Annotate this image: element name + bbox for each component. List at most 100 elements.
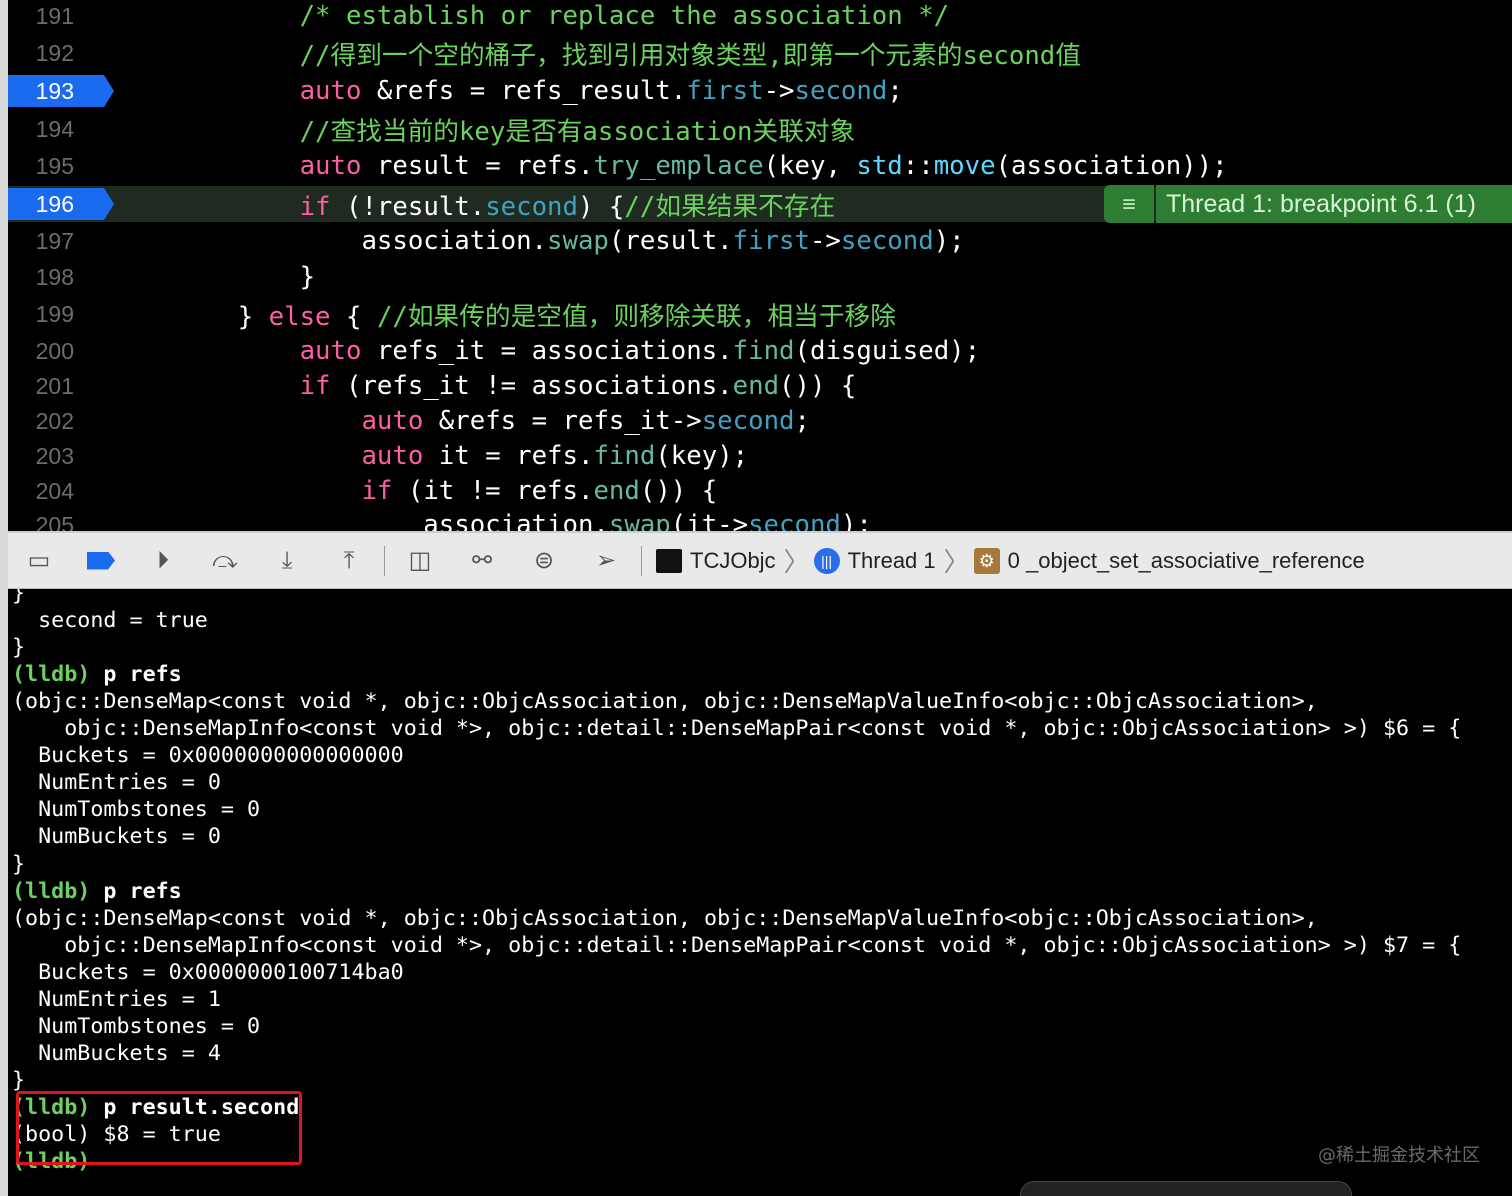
code-token: ()) { — [639, 476, 718, 506]
console-text: objc::DenseMapInfo<const void *>, objc::… — [12, 932, 1462, 958]
line-number[interactable]: 200 — [8, 335, 104, 367]
line-number[interactable]: 194 — [8, 113, 104, 145]
memory-graph-icon[interactable]: ⚯ — [451, 541, 513, 581]
code-line[interactable]: 202 auto &refs = refs_it->second; — [8, 403, 1512, 439]
breadcrumb-thread[interactable]: ||| Thread 1 — [813, 547, 936, 574]
frame-label: 0 _object_set_associative_reference — [1007, 547, 1365, 573]
console-text: } — [12, 589, 26, 606]
chevron-right-icon: 〉 — [943, 547, 970, 577]
line-number[interactable]: 192 — [8, 37, 104, 69]
code-line[interactable]: 197 association.swap(result.first->secon… — [8, 223, 1512, 259]
console-line: Buckets = 0x0000000000000000 — [12, 742, 404, 769]
code-token: (result. — [608, 226, 733, 256]
hide-debug-area-icon[interactable]: ▭ — [8, 541, 70, 581]
line-number[interactable]: 203 — [8, 440, 104, 472]
code-line[interactable]: 191 /* establish or replace the associat… — [8, 0, 1512, 34]
code-line[interactable]: 201 if (refs_it != associations.end()) { — [8, 368, 1512, 404]
code-token: /* establish or replace the association … — [114, 1, 950, 31]
console-line: NumEntries = 1 — [12, 986, 221, 1013]
code-token: second — [485, 191, 578, 222]
console-text: NumEntries = 1 — [12, 986, 221, 1012]
console-text: } — [12, 851, 26, 877]
breakpoint-line-number[interactable]: 196 — [8, 188, 114, 220]
code-line[interactable]: 195 auto result = refs.try_emplace(key, … — [8, 148, 1512, 184]
step-out-icon[interactable]: ⤒ — [318, 541, 380, 581]
code-text: if (!result.second) {//如果结果不存在 — [104, 186, 836, 223]
code-token: ()) { — [779, 371, 857, 401]
code-token: second — [701, 406, 795, 436]
console-line: } — [12, 634, 25, 661]
console-line: Buckets = 0x0000000100714ba0 — [12, 959, 404, 986]
code-token: find — [593, 441, 656, 471]
code-line[interactable]: 203 auto it = refs.find(key); — [8, 438, 1512, 474]
lldb-prompt: (lldb) — [12, 878, 91, 904]
code-token: ); — [933, 226, 965, 256]
step-into-icon[interactable]: ⤓ — [256, 541, 318, 581]
source-editor[interactable]: 191 /* establish or replace the associat… — [8, 0, 1512, 531]
code-text: association.swap(it->second); — [104, 510, 872, 531]
code-token: (it != refs. — [392, 476, 594, 506]
breadcrumb-target[interactable]: TCJObjc — [656, 548, 776, 574]
continue-icon[interactable]: ⏵ — [132, 541, 194, 581]
line-number[interactable]: 204 — [8, 475, 104, 507]
breakpoint-annotation[interactable]: ≡ Thread 1: breakpoint 6.1 (1) — [1104, 185, 1512, 223]
menu-icon[interactable]: ≡ — [1104, 185, 1154, 223]
debug-toolbar: ▭ ⏵ ⤼ ⤓ ⤒ ◫ ⚯ ⊜ ➢ TCJObjc 〉 ||| Thread 1… — [8, 531, 1512, 589]
line-number[interactable]: 201 — [8, 370, 104, 402]
environment-overrides-icon[interactable]: ⊜ — [513, 541, 575, 581]
code-line[interactable]: 198 } — [8, 259, 1512, 295]
code-line[interactable]: 200 auto refs_it = associations.find(dis… — [8, 333, 1512, 369]
console-text: Buckets = 0x0000000000000000 — [12, 743, 404, 769]
code-token: it = refs. — [423, 441, 594, 471]
console-text: NumTombstones = 0 — [12, 1013, 261, 1039]
breakpoints-toggle-icon[interactable] — [70, 541, 132, 581]
code-line[interactable]: 205 association.swap(it->second); — [8, 507, 1512, 531]
code-token: //如果传的是空值，则移除关联，相当于移除 — [376, 301, 896, 332]
lldb-console[interactable]: (lldb) (bool) $8 = true (lldb) p result.se… — [8, 589, 1512, 1196]
code-token: second — [840, 226, 934, 256]
divider — [384, 545, 385, 576]
breakpoint-line-number[interactable]: 193 — [8, 75, 114, 107]
simulate-location-icon[interactable]: ➢ — [575, 541, 637, 581]
line-number[interactable]: 195 — [8, 150, 104, 182]
code-token: association. — [114, 226, 548, 256]
console-text: Buckets = 0x0000000100714ba0 — [12, 959, 404, 985]
line-number[interactable]: 199 — [8, 298, 104, 330]
code-token: (disguised); — [794, 336, 981, 366]
line-number[interactable]: 205 — [8, 509, 104, 531]
highlight-box — [16, 1091, 302, 1165]
code-line[interactable]: 193 auto &refs = refs_result.first->seco… — [8, 73, 1512, 109]
code-line[interactable]: 199 } else { //如果传的是空值，则移除关联，相当于移除 — [8, 296, 1512, 332]
code-text: } else { //如果传的是空值，则移除关联，相当于移除 — [104, 296, 896, 333]
console-text: } — [12, 635, 26, 661]
breadcrumb-frame[interactable]: ⚙ 0 _object_set_associative_reference — [973, 547, 1365, 574]
console-text: p refs — [90, 662, 182, 688]
code-token: (it-> — [670, 510, 749, 531]
code-token: else — [268, 301, 331, 332]
code-token: //如果结果不存在 — [624, 191, 836, 222]
code-token: first — [732, 226, 810, 256]
watermark: @稀土掘金技术社区 — [1318, 1145, 1480, 1166]
console-text: NumTombstones = 0 — [12, 797, 261, 823]
code-line[interactable]: 204 if (it != refs.end()) { — [8, 473, 1512, 509]
line-number[interactable]: 198 — [8, 261, 104, 293]
line-number[interactable]: 191 — [8, 0, 104, 32]
console-text: p refs — [90, 878, 182, 904]
step-over-icon[interactable]: ⤼ — [194, 541, 256, 581]
code-token: &refs = refs_result. — [361, 76, 687, 106]
code-token: second — [748, 510, 841, 531]
code-token: { — [330, 301, 377, 332]
thread-label: Thread 1 — [847, 547, 936, 573]
line-number[interactable]: 197 — [8, 225, 104, 257]
code-text: } — [104, 262, 315, 292]
code-line[interactable]: 194 //查找当前的key是否有association关联对象 — [8, 111, 1512, 147]
code-line[interactable]: 192 //得到一个空的桶子，找到引用对象类型,即第一个元素的second值 — [8, 35, 1512, 71]
code-token: -> — [763, 76, 795, 106]
view-hierarchy-icon[interactable]: ◫ — [389, 541, 451, 581]
line-number[interactable]: 202 — [8, 405, 104, 437]
console-text: } — [12, 1067, 26, 1093]
console-filter-input[interactable] — [1020, 1181, 1352, 1196]
console-line: NumTombstones = 0 — [12, 1013, 260, 1040]
